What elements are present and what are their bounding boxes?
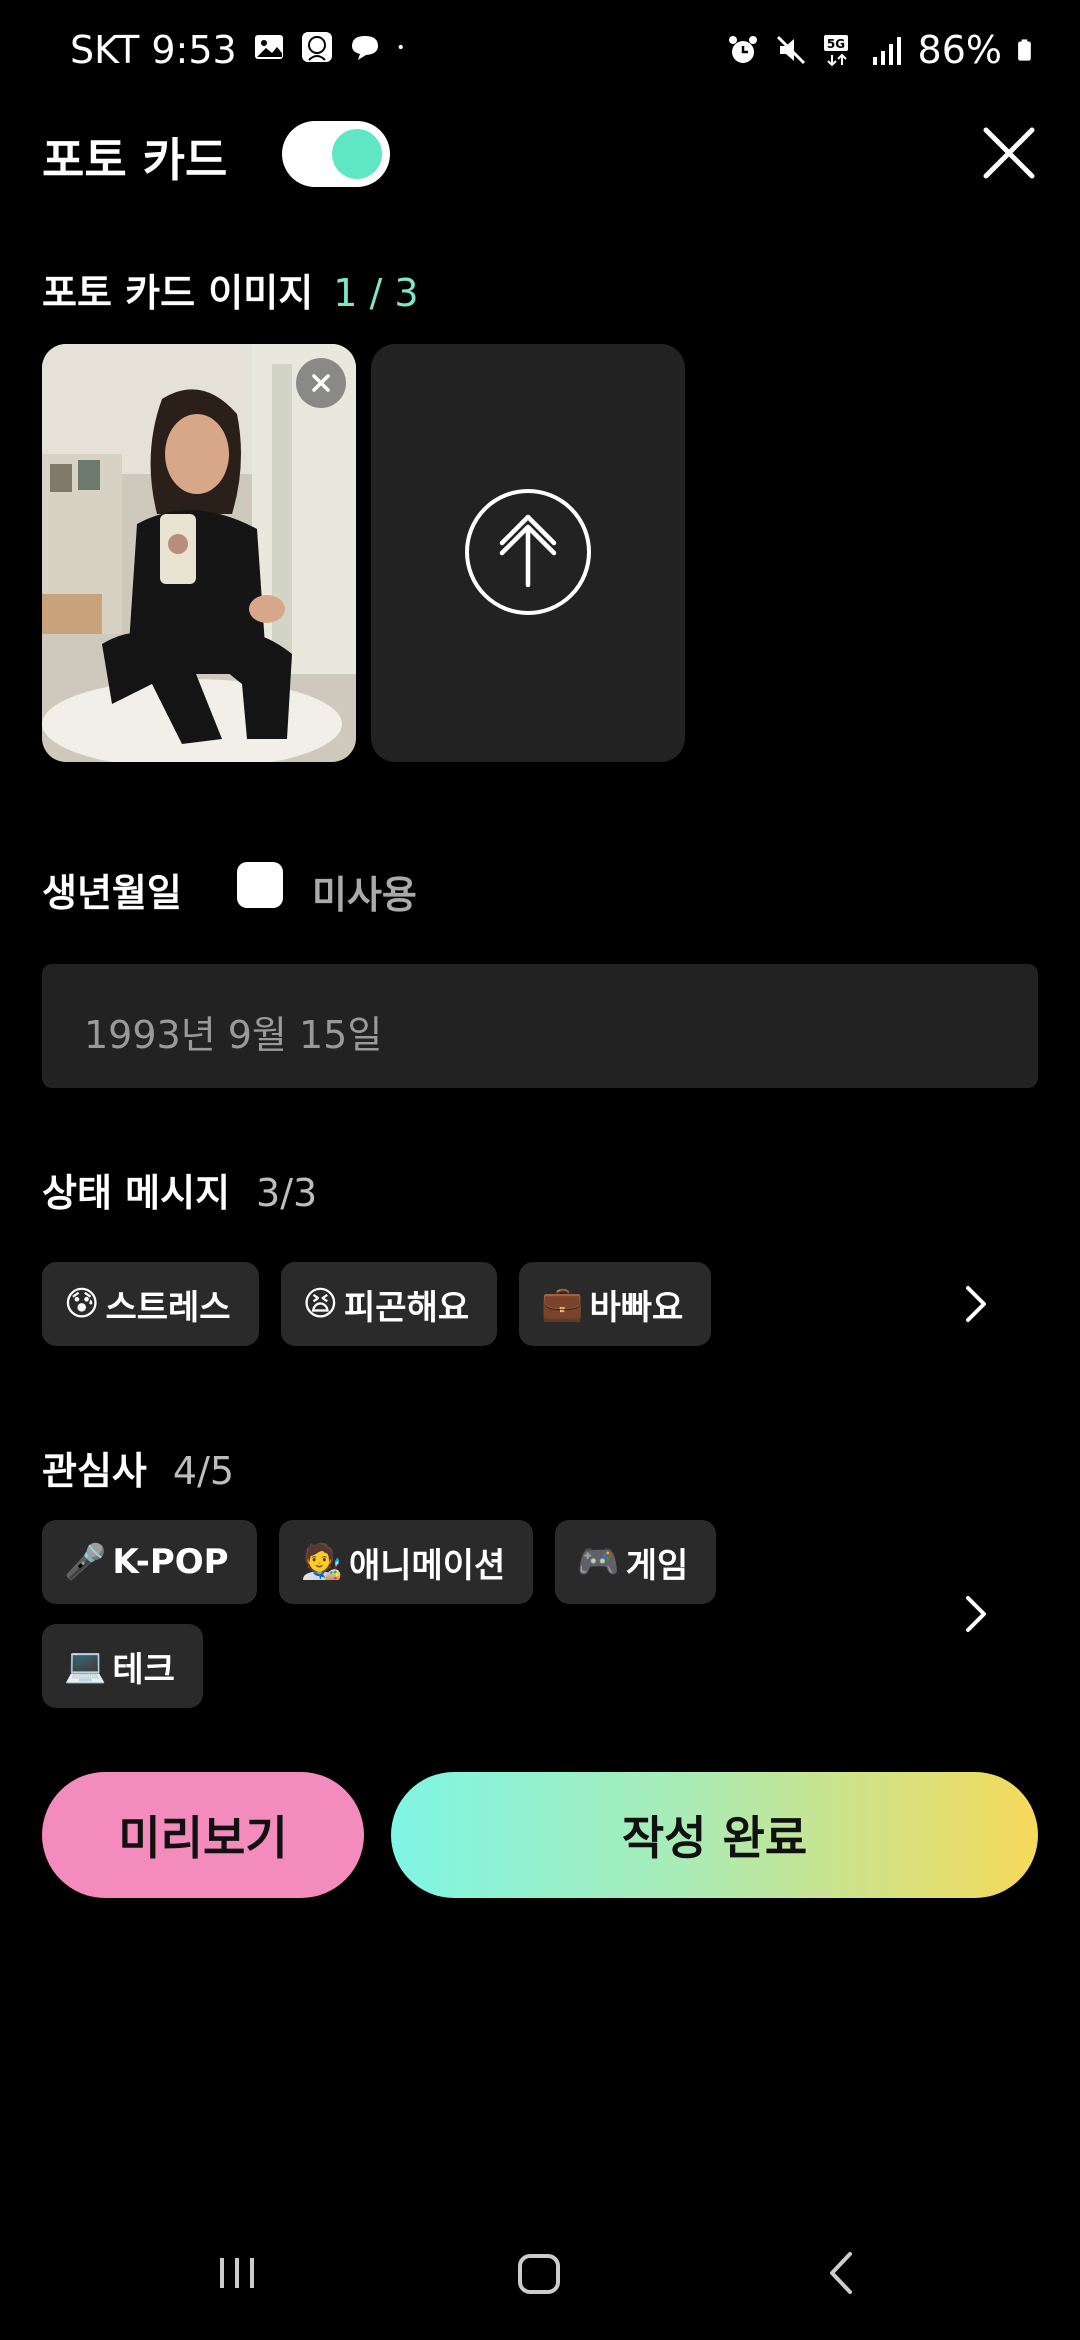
upload-photo-slot[interactable] <box>371 344 685 762</box>
interest-chip-label: 게임 <box>625 1545 689 1586</box>
photo-section-heading: 포토 카드 이미지 1 / 3 <box>42 262 419 317</box>
home-icon[interactable] <box>514 2248 564 2298</box>
interest-chip-label: 애니메이션 <box>348 1545 506 1586</box>
gallery-icon <box>255 35 283 59</box>
interest-chip-row-1: 🎤 K-POP 🧑‍🎨 애니메이션 🎮 게임 <box>42 1520 717 1604</box>
interest-chip-label: K-POP <box>112 1542 229 1582</box>
remove-photo-button[interactable] <box>296 358 346 408</box>
interest-chip-emoji: 🧑‍🎨 <box>300 1542 343 1582</box>
preview-button[interactable]: 미리보기 <box>42 1772 364 1898</box>
back-icon[interactable] <box>818 2248 868 2298</box>
svg-text:5G: 5G <box>826 37 844 51</box>
status-chip[interactable]: 😰 스트레스 <box>42 1262 259 1346</box>
interest-chip[interactable]: 🎤 K-POP <box>42 1520 257 1604</box>
interest-chip-emoji: 🎤 <box>64 1542 107 1582</box>
interest-chip-row-2: 💻 테크 <box>42 1624 203 1708</box>
close-small-icon <box>312 374 330 392</box>
page-title: 포토 카드 <box>42 133 228 187</box>
battery-icon <box>1018 39 1031 61</box>
status-message-label: 상태 메시지 <box>42 1171 231 1215</box>
status-chip-label: 스트레스 <box>105 1287 231 1328</box>
status-chip[interactable]: 💼 바빠요 <box>519 1262 712 1346</box>
interest-chip-emoji: 🎮 <box>577 1542 620 1582</box>
interests-heading: 관심사 4/5 <box>42 1440 234 1495</box>
submit-button[interactable]: 작성 완료 <box>391 1772 1038 1898</box>
signal-icon <box>872 37 901 65</box>
birthday-value: 1993년 9월 15일 <box>84 1013 383 1057</box>
status-chip-label: 바빠요 <box>589 1287 684 1328</box>
unused-label: 미사용 <box>312 873 417 917</box>
interests-label: 관심사 <box>42 1449 147 1493</box>
status-chip-list: 😰 스트레스 😫 피곤해요 💼 바빠요 <box>42 1262 712 1346</box>
toggle-knob <box>332 129 382 179</box>
interests-chevron-right-icon[interactable] <box>956 1584 996 1644</box>
recent-apps-icon[interactable] <box>212 2248 262 2298</box>
birthday-field[interactable]: 1993년 9월 15일 <box>42 964 1038 1088</box>
photo-card-toggle[interactable] <box>282 121 390 187</box>
photo-section-label: 포토 카드 이미지 <box>42 271 314 315</box>
avatar-app-icon <box>302 32 332 62</box>
status-message-count: 3/3 <box>256 1171 318 1215</box>
status-chip[interactable]: 😫 피곤해요 <box>280 1262 498 1346</box>
photo-card-thumbnail[interactable] <box>42 344 356 762</box>
status-message-heading: 상태 메시지 3/3 <box>42 1162 317 1217</box>
birthday-label: 생년월일 <box>42 871 182 915</box>
photo-count: 1 / 3 <box>333 271 419 315</box>
chat-app-icon <box>352 36 378 60</box>
status-time: SKT 9:53 <box>70 28 237 72</box>
close-icon[interactable] <box>974 118 1044 188</box>
interests-count: 4/5 <box>172 1449 235 1493</box>
alarm-icon <box>728 36 757 63</box>
status-chip-emoji: 😰 <box>64 1284 100 1324</box>
dot-icon <box>398 44 403 50</box>
network-5g-icon: 5G <box>823 35 848 67</box>
status-chip-emoji: 😫 <box>302 1284 339 1324</box>
interest-chip[interactable]: 🧑‍🎨 애니메이션 <box>278 1520 534 1604</box>
upload-icon <box>465 489 591 615</box>
interest-chip[interactable]: 💻 테크 <box>42 1624 203 1708</box>
status-notification-icons <box>252 30 414 64</box>
status-message-chevron-right-icon[interactable] <box>956 1274 996 1334</box>
mute-icon <box>776 35 805 65</box>
status-chip-label: 피곤해요 <box>344 1287 470 1328</box>
battery-percent: 86% <box>917 28 1002 72</box>
interest-chip[interactable]: 🎮 게임 <box>555 1520 717 1604</box>
unused-checkbox[interactable] <box>237 862 283 908</box>
interest-chip-emoji: 💻 <box>64 1646 107 1686</box>
interest-chip-label: 테크 <box>112 1649 175 1690</box>
status-system-icons: 5G 86% <box>726 28 1040 72</box>
status-chip-emoji: 💼 <box>541 1284 584 1324</box>
